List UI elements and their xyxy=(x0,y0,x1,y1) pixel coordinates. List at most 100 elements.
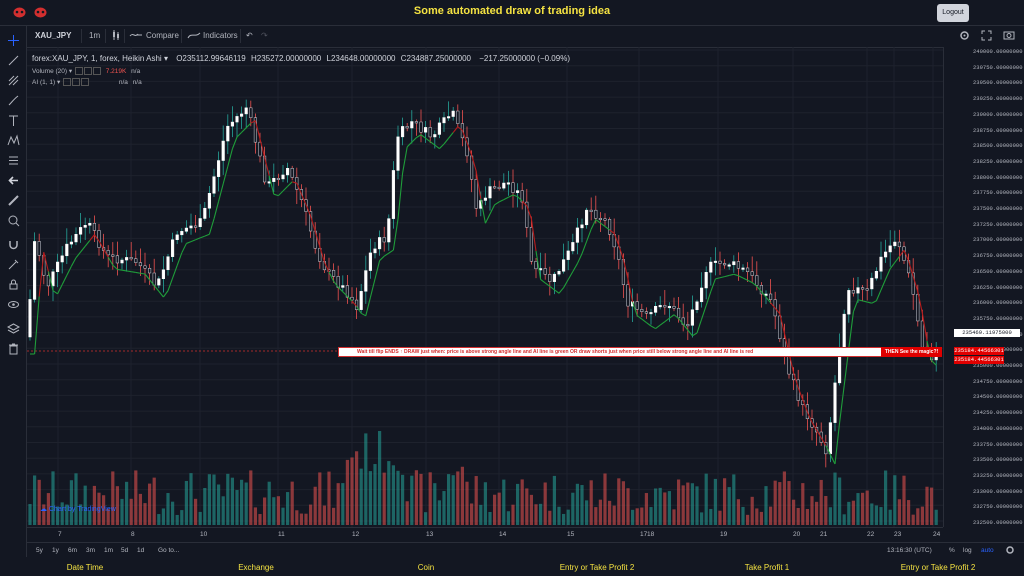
candle-body xyxy=(920,320,924,348)
settings-icon[interactable] xyxy=(83,67,92,76)
eye-icon[interactable] xyxy=(74,67,83,76)
fullscreen-icon[interactable] xyxy=(981,30,992,43)
volume-bar xyxy=(511,504,515,525)
price-tick-label: 234750.00000000 xyxy=(973,377,1023,385)
redo-icon[interactable]: ↷ xyxy=(261,31,268,40)
logout-button[interactable]: Logout xyxy=(937,4,969,22)
volume-bar xyxy=(341,483,345,525)
ai-line-segment xyxy=(107,256,114,266)
brush-icon[interactable] xyxy=(7,94,20,107)
price-tick-label: 236000.00000000 xyxy=(973,299,1023,307)
volume-bar xyxy=(884,470,888,525)
candle-body xyxy=(851,290,855,294)
zoom-icon[interactable] xyxy=(7,214,20,227)
candle-body xyxy=(138,262,142,267)
volume-bar xyxy=(281,507,285,525)
volume-bar xyxy=(548,510,552,525)
settings-icon[interactable] xyxy=(1005,545,1015,557)
chevron-down-icon[interactable]: ▾ xyxy=(164,54,168,63)
range-1y[interactable]: 1y xyxy=(52,547,59,554)
ai-line-segment xyxy=(452,126,459,133)
volume-label[interactable]: Volume (20) xyxy=(32,68,67,75)
crosshair-icon[interactable] xyxy=(7,34,20,47)
log-toggle[interactable]: log xyxy=(963,547,972,554)
candle-body xyxy=(700,287,704,303)
series-title[interactable]: forex:XAU_JPY, 1, forex, Heikin Ashi xyxy=(32,54,162,63)
eye-icon[interactable] xyxy=(63,78,72,87)
close-icon[interactable] xyxy=(92,67,101,76)
chevron-down-icon[interactable]: ▾ xyxy=(57,79,60,86)
clock-time[interactable]: 13:16:30 (UTC) xyxy=(887,547,932,554)
volume-bar xyxy=(460,466,464,525)
range-1d[interactable]: 1d xyxy=(137,547,144,554)
chevron-down-icon[interactable]: ▾ xyxy=(69,68,72,75)
candle-body xyxy=(69,241,73,245)
compare-icon[interactable] xyxy=(129,30,143,42)
candle-body xyxy=(83,225,87,228)
magnet-icon[interactable] xyxy=(7,238,20,251)
range-1m[interactable]: 1m xyxy=(104,547,113,554)
candle-body xyxy=(626,284,630,307)
lock-drawing-icon[interactable] xyxy=(7,258,20,271)
volume-bar xyxy=(470,503,474,525)
volume-bar xyxy=(773,480,777,525)
pitchfork-icon[interactable] xyxy=(7,74,20,87)
undo-icon[interactable]: ↶ xyxy=(246,31,253,40)
trading-idea-banner[interactable]: Wait till flip ENDS ↑ DRAW just when: pr… xyxy=(338,347,883,357)
text-icon[interactable] xyxy=(7,114,20,127)
range-6m[interactable]: 6m xyxy=(68,547,77,554)
auto-toggle[interactable]: auto xyxy=(981,547,994,554)
indicators-button[interactable]: Indicators xyxy=(203,31,238,40)
range-5d[interactable]: 5d xyxy=(121,547,128,554)
volume-bar xyxy=(520,479,524,525)
ai-line-segment xyxy=(140,272,146,275)
ai-line-segment xyxy=(480,198,486,224)
indicators-icon[interactable] xyxy=(187,30,201,42)
volume-bar xyxy=(815,501,819,525)
trash-icon[interactable] xyxy=(7,342,20,355)
settings-icon[interactable] xyxy=(959,30,970,43)
tradingview-watermark[interactable]: ☁ Chart by TradingView xyxy=(40,505,116,513)
candle-body xyxy=(60,255,64,263)
percent-toggle[interactable]: % xyxy=(949,547,955,554)
range-5y[interactable]: 5y xyxy=(36,547,43,554)
candle-body xyxy=(240,113,244,117)
ai-label[interactable]: AI (1, 1) xyxy=(32,79,55,86)
time-axis[interactable]: 7 8 10 11 12 13 14 15 17 18 19 20 21 22 23 24 xyxy=(27,527,943,542)
interval-button[interactable]: 1m xyxy=(89,31,100,40)
back-arrow-icon[interactable] xyxy=(7,174,20,187)
price-axis[interactable]: 240000.00000000 239750.00000000 239500.000… xyxy=(943,47,1024,527)
pattern-icon[interactable] xyxy=(7,134,20,147)
time-tick-label: 10 xyxy=(200,531,208,538)
settings-icon[interactable] xyxy=(72,78,81,87)
price-tick-label: 238500.00000000 xyxy=(973,142,1023,150)
ai-line-segment xyxy=(411,137,417,143)
symbol-search[interactable]: XAU_JPY xyxy=(35,31,71,40)
volume-bar xyxy=(502,479,506,525)
volume-bar xyxy=(506,511,510,525)
volume-bar xyxy=(33,475,37,525)
volume-bar xyxy=(608,500,612,525)
candle-body xyxy=(884,251,888,258)
volume-bar xyxy=(309,504,313,525)
volume-bar xyxy=(267,481,271,525)
lock-icon[interactable] xyxy=(7,278,20,291)
ai-line-segment xyxy=(572,263,578,272)
camera-icon[interactable] xyxy=(1003,30,1015,42)
prediction-icon[interactable] xyxy=(7,154,20,167)
chart-style-icon[interactable] xyxy=(111,29,121,43)
price-chart[interactable] xyxy=(27,47,943,527)
page-title: Some automated draw of trading idea xyxy=(413,5,611,17)
ai-line-segment xyxy=(581,241,588,254)
eye-icon[interactable] xyxy=(7,298,20,311)
close-icon[interactable] xyxy=(81,78,90,87)
range-3m[interactable]: 3m xyxy=(86,547,95,554)
compare-button[interactable]: Compare xyxy=(146,31,179,40)
candle-body xyxy=(148,268,152,274)
go-to-button[interactable]: Go to... xyxy=(158,547,179,554)
layers-icon[interactable] xyxy=(7,322,20,335)
trend-line-icon[interactable] xyxy=(7,54,20,67)
volume-bar xyxy=(870,503,874,525)
ruler-icon[interactable] xyxy=(7,194,20,207)
magic-banner[interactable]: THEN See the magic?! xyxy=(881,347,942,357)
